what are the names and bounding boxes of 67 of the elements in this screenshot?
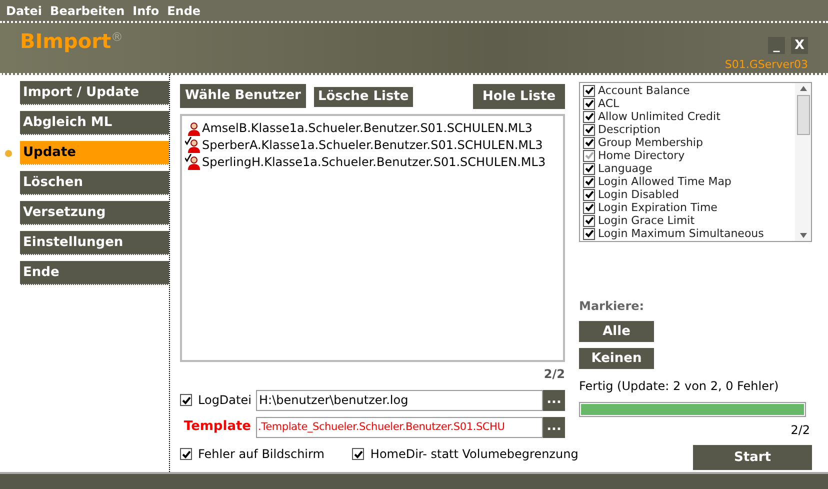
checkbox[interactable] (583, 110, 595, 122)
menu-item[interactable]: Ende (167, 2, 201, 20)
attribute-label[interactable]: Login Allowed Time Map (598, 176, 732, 187)
checkbox[interactable] (583, 124, 595, 136)
checkbox[interactable] (583, 228, 595, 240)
app-title: BImport (20, 31, 112, 51)
template-field[interactable]: .Template_Schueler.Schueler.Benutzer.S01.SCHU (256, 416, 543, 438)
browse-button[interactable]: ... (543, 390, 565, 410)
minimize-button[interactable]: _ (768, 37, 785, 54)
user-count: 2/2 (544, 366, 565, 383)
start-button[interactable]: Start (693, 445, 812, 470)
option-label: HomeDir- statt Volumebegrenzung (370, 446, 578, 463)
attribute-label[interactable]: Language (598, 163, 652, 174)
nav-item[interactable]: Einstellungen (20, 231, 169, 255)
checkbox[interactable] (583, 176, 595, 188)
attribute-label[interactable]: Login Maximum Simultaneous (598, 228, 764, 239)
attribute-label[interactable]: Login Expiration Time (598, 202, 718, 213)
user-entry[interactable]: SperlingH.Klasse1a.Schueler.Benutzer.S01.SCHULEN.ML3 (202, 152, 546, 170)
mark-label: Markiere: (579, 298, 646, 315)
nav-item[interactable]: Abgleich ML (20, 111, 169, 135)
menu-item[interactable]: Datei (6, 2, 42, 20)
bullet-icon (5, 150, 12, 156)
nav-item[interactable]: Löschen (20, 171, 169, 195)
status-text: Fertig (Update: 2 von 2, 0 Fehler) (579, 378, 780, 395)
checkbox[interactable] (583, 98, 595, 110)
menu-item[interactable]: Info (132, 2, 160, 20)
user-entry[interactable]: SperberA.Klasse1a.Schueler.Benutzer.S01.SCHULEN.ML3 (202, 136, 543, 154)
checkbox[interactable] (583, 188, 595, 200)
nav-item[interactable]: Update (20, 141, 169, 165)
logfile-label: LogDatei (198, 392, 252, 409)
checkbox[interactable] (180, 394, 192, 406)
clear-list-button[interactable]: Lösche Liste (314, 87, 413, 107)
select-all-button[interactable]: Alle (579, 321, 654, 342)
attribute-label[interactable]: Allow Unlimited Credit (598, 111, 720, 122)
checkbox[interactable] (583, 214, 595, 226)
scrollbar[interactable] (795, 83, 811, 241)
user-entry[interactable]: AmselB.Klasse1a.Schueler.Benutzer.S01.SCHULEN.ML3 (202, 118, 532, 136)
choose-users-button[interactable]: Wähle Benutzer (180, 84, 306, 108)
logfile-field[interactable]: H:\benutzer\benutzer.log (256, 390, 543, 410)
checkbox[interactable] (583, 84, 595, 96)
attribute-label[interactable]: Group Membership (598, 137, 703, 148)
select-none-button[interactable]: Keinen (579, 348, 654, 369)
attribute-label[interactable]: Description (598, 124, 661, 135)
progress-reading: 2/2 (790, 422, 810, 439)
checkbox[interactable] (352, 448, 364, 460)
browse-button[interactable]: ... (543, 416, 565, 438)
checkbox[interactable] (583, 136, 595, 148)
scroll-up-icon[interactable] (800, 86, 806, 91)
scroll-down-icon[interactable] (800, 233, 806, 238)
attribute-label[interactable]: ACL (598, 98, 620, 109)
registered-mark: ® (111, 31, 124, 43)
nav-item[interactable]: Ende (20, 261, 169, 285)
attribute-label[interactable]: Account Balance (598, 85, 690, 96)
close-button[interactable]: X (791, 37, 808, 54)
nav-item[interactable]: Versetzung (20, 201, 169, 225)
checkbox[interactable] (583, 202, 595, 214)
nav-item[interactable]: Import / Update (20, 81, 169, 105)
fetch-list-button[interactable]: Hole Liste (473, 84, 565, 109)
menu-item[interactable]: Bearbeiten (50, 2, 125, 20)
option-label: Fehler auf Bildschirm (198, 446, 324, 463)
attribute-label[interactable]: Login Disabled (598, 189, 679, 200)
checkbox[interactable] (180, 448, 192, 460)
checkbox[interactable] (583, 162, 595, 174)
template-label: Template (182, 418, 252, 436)
scrollbar-thumb[interactable] (796, 95, 810, 135)
server-label: S01.GServer03 (724, 59, 808, 70)
attribute-label[interactable]: Login Grace Limit (598, 215, 695, 226)
